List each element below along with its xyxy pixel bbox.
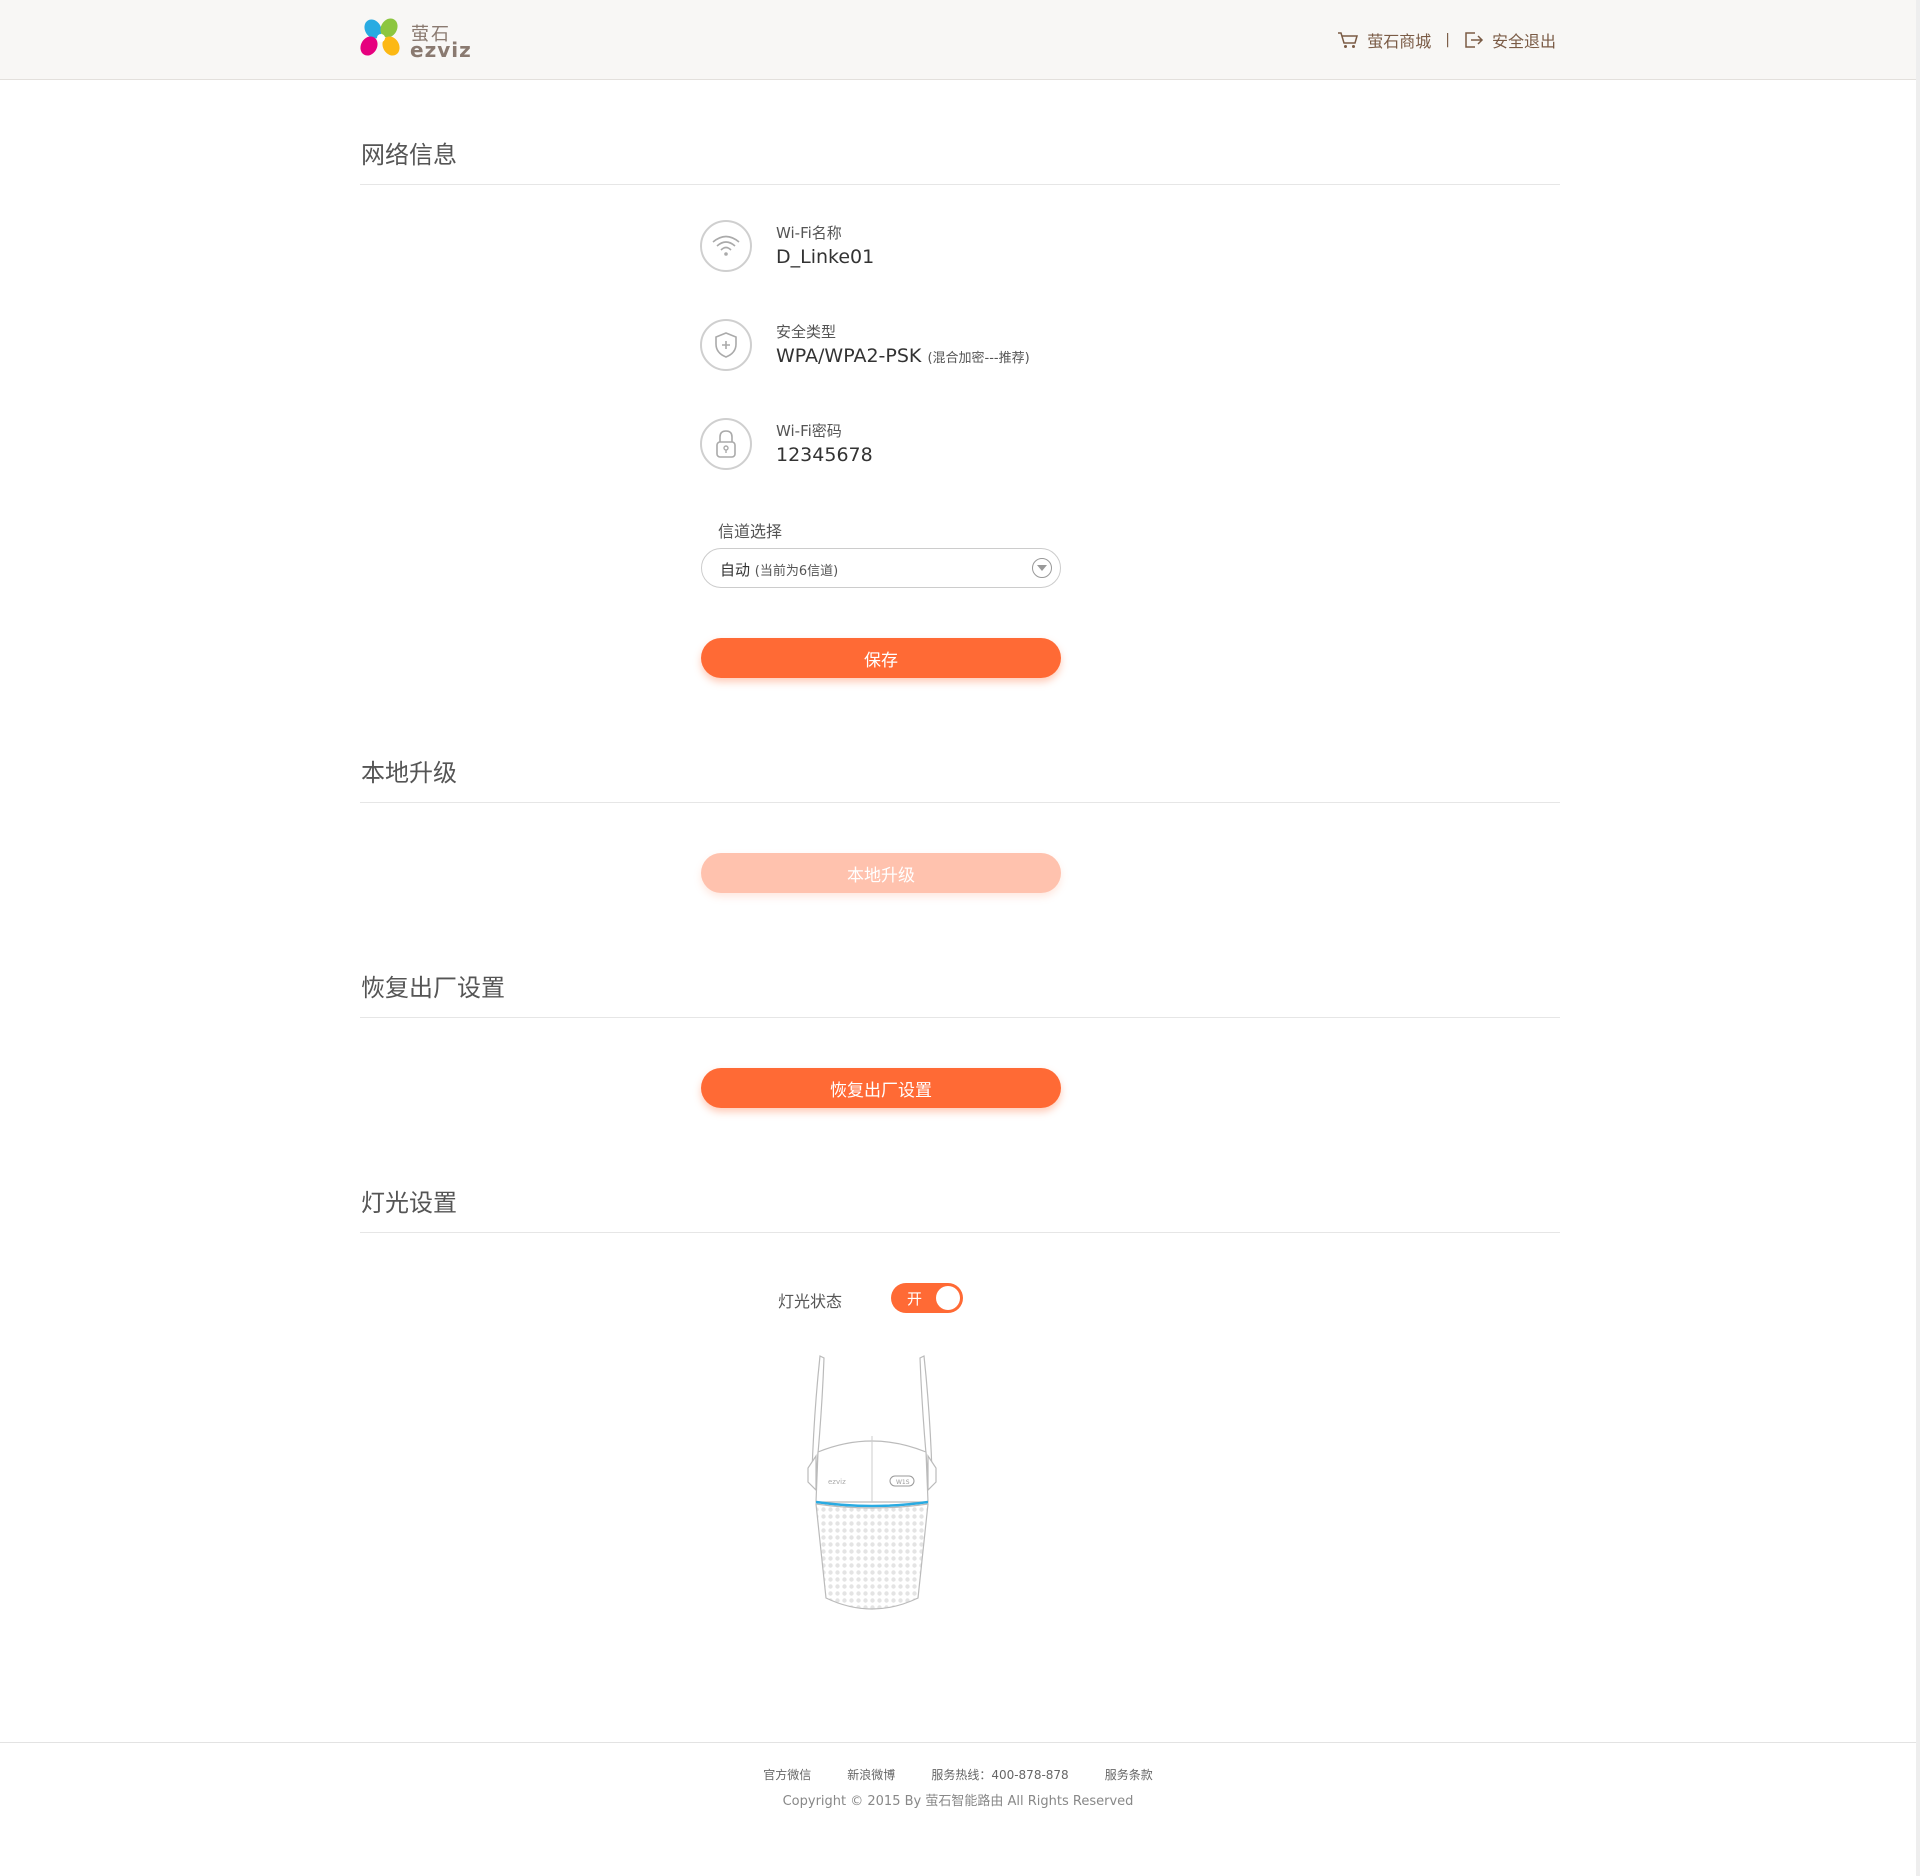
- security-type: WPA/WPA2-PSK: [776, 345, 922, 367]
- channel-label: 信道选择: [718, 522, 783, 541]
- security-value: WPA/WPA2-PSK (混合加密---推荐): [776, 345, 1030, 367]
- channel-select-value: 自动 (当前为6信道): [720, 559, 838, 580]
- logout-label: 安全退出: [1491, 32, 1556, 51]
- factory-reset-button[interactable]: 恢复出厂设置: [701, 1068, 1061, 1108]
- local-upgrade-button[interactable]: 本地升级: [701, 853, 1061, 893]
- network-section-title: 网络信息: [361, 141, 457, 169]
- footer-link-weibo[interactable]: 新浪微博: [847, 1766, 895, 1783]
- security-row: 安全类型 WPA/WPA2-PSK (混合加密---推荐): [700, 319, 1100, 375]
- reset-section-title: 恢复出厂设置: [361, 974, 505, 1002]
- router-device-image: ezviz W1S: [807, 1355, 937, 1610]
- ezviz-logo[interactable]: 萤石 ezviz: [359, 18, 479, 62]
- footer-links: 官方微信 新浪微博 服务热线：400-878-878 服务条款: [0, 1766, 1916, 1783]
- channel-note: (当前为6信道): [754, 564, 839, 579]
- channel-select[interactable]: 自动 (当前为6信道): [701, 548, 1061, 588]
- device-brand: ezviz: [828, 1478, 846, 1486]
- section-divider: [360, 802, 1560, 803]
- top-header: 萤石 ezviz 萤石商城 | 安全退出: [0, 0, 1916, 80]
- copyright: Copyright © 2015 By 萤石智能路由 All Rights Re…: [782, 1794, 1134, 1809]
- chevron-down-icon: [1032, 558, 1052, 578]
- light-status-label: 灯光状态: [778, 1292, 843, 1311]
- save-button[interactable]: 保存: [701, 638, 1061, 678]
- cart-icon: [1338, 32, 1359, 48]
- logout-link[interactable]: 安全退出: [1464, 28, 1556, 52]
- footer-link-wechat[interactable]: 官方微信: [763, 1766, 811, 1783]
- wifi-name-label: Wi-Fi名称: [776, 224, 842, 242]
- lock-icon: [700, 418, 752, 470]
- toggle-knob: [936, 1286, 960, 1310]
- light-section-title: 灯光设置: [361, 1189, 457, 1217]
- section-divider: [360, 1232, 1560, 1233]
- wifi-name-row: Wi-Fi名称 D_Linke01: [700, 220, 1100, 276]
- footer-divider: [0, 1742, 1916, 1743]
- wifi-icon: [700, 220, 752, 272]
- shop-link[interactable]: 萤石商城: [1337, 28, 1431, 52]
- header-nav: 萤石商城 | 安全退出: [1337, 28, 1556, 52]
- shop-label: 萤石商城: [1367, 32, 1432, 51]
- channel-value: 自动: [720, 561, 751, 579]
- security-note: (混合加密---推荐): [927, 351, 1030, 366]
- toggle-on-label: 开: [907, 1290, 923, 1308]
- device-model: W1S: [896, 1479, 910, 1486]
- logout-icon: [1465, 32, 1484, 48]
- password-value: 12345678: [776, 444, 873, 466]
- wifi-name-value: D_Linke01: [776, 246, 875, 268]
- nav-separator: |: [1445, 32, 1450, 48]
- password-label: Wi-Fi密码: [776, 422, 842, 440]
- upgrade-section-title: 本地升级: [361, 759, 457, 787]
- security-label: 安全类型: [776, 323, 837, 341]
- scrollbar[interactable]: [1916, 0, 1920, 1876]
- password-row: Wi-Fi密码 12345678: [700, 418, 1100, 474]
- shield-icon: [700, 319, 752, 371]
- section-divider: [360, 184, 1560, 185]
- footer-link-terms[interactable]: 服务条款: [1105, 1766, 1153, 1783]
- logo-text-en: ezviz: [410, 38, 472, 62]
- light-toggle[interactable]: 开: [891, 1283, 963, 1313]
- section-divider: [360, 1017, 1560, 1018]
- logo-petals-icon: [360, 18, 400, 56]
- footer-hotline[interactable]: 服务热线：400-878-878: [931, 1766, 1068, 1783]
